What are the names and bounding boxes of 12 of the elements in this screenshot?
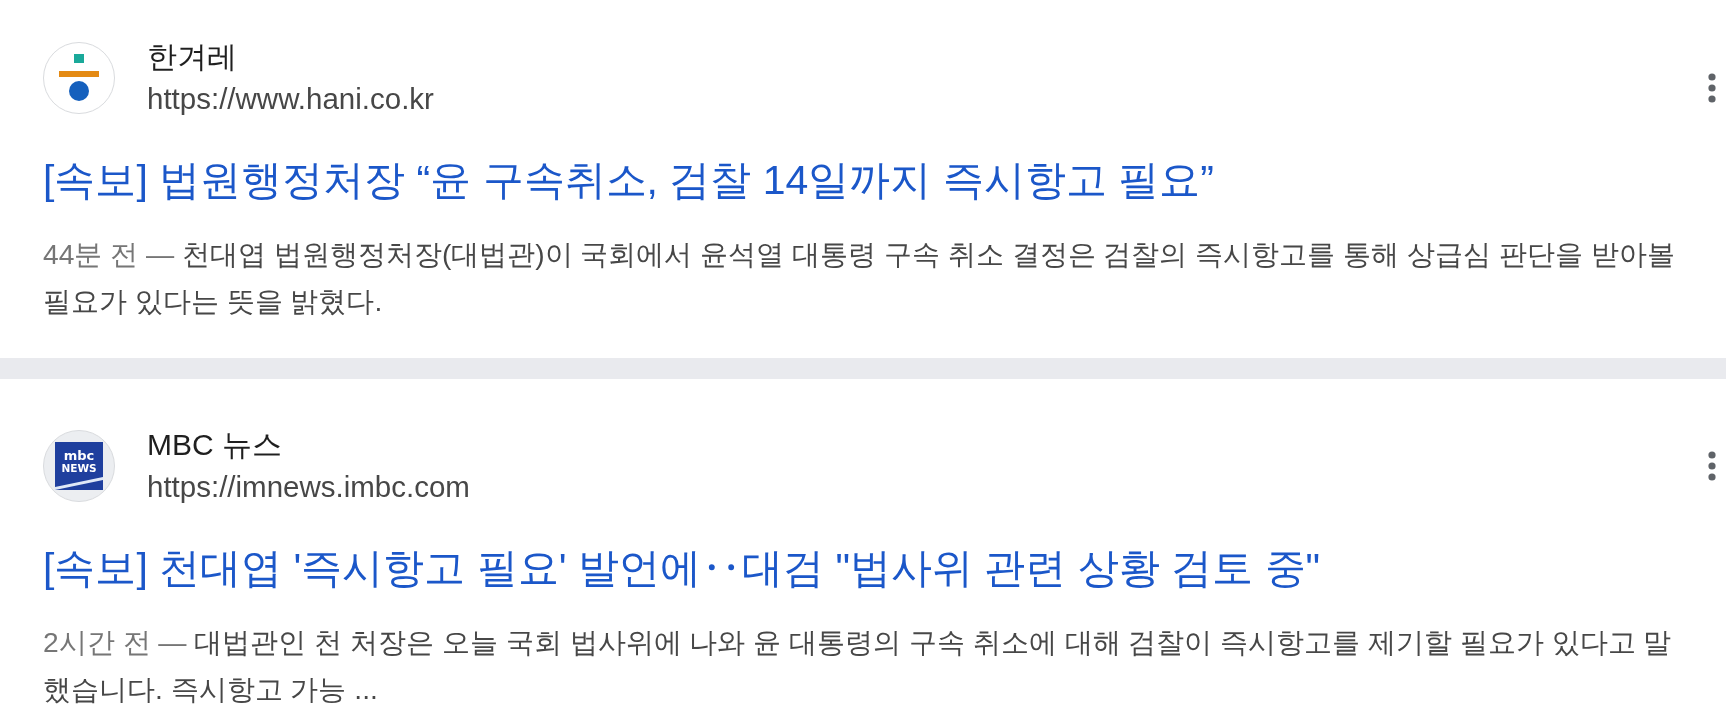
source-url: https://www.hani.co.kr [147, 81, 434, 117]
result-title-link[interactable]: [속보] 천대엽 '즉시항고 필요' 발언에‥대검 "법사위 관련 상황 검토 중" [43, 544, 1321, 592]
more-options-icon[interactable] [1708, 73, 1716, 103]
source-url: https://imnews.imbc.com [147, 469, 470, 505]
more-options-icon[interactable] [1708, 451, 1716, 481]
result-snippet: 44분 전 — 천대엽 법원행정처장(대법관)이 국회에서 윤석열 대통령 구속 취소 결정은 검찰의 즉시항고를 통해 상급심 판단을 받아볼 필요가 있다는 뜻을 밝혔다. [43, 237, 1676, 319]
source-name: 한겨레 [147, 39, 237, 75]
result-snippet: 2시간 전 — 대법관인 천 처장은 오늘 국회 법사위에 나와 윤 대통령의 구속 취소에 대해 검찰이 즉시항고를 제기할 필요가 있다고 말했습니다. 즉시항고 가능 ... [43, 625, 1673, 707]
site-logo [43, 42, 115, 114]
source-name: MBC 뉴스 [147, 427, 282, 463]
result-title-link[interactable]: [속보] 법원행정처장 “윤 구속취소, 검찰 14일까지 즉시항고 필요” [43, 156, 1214, 204]
site-logo: mbc NEWS [43, 430, 115, 502]
